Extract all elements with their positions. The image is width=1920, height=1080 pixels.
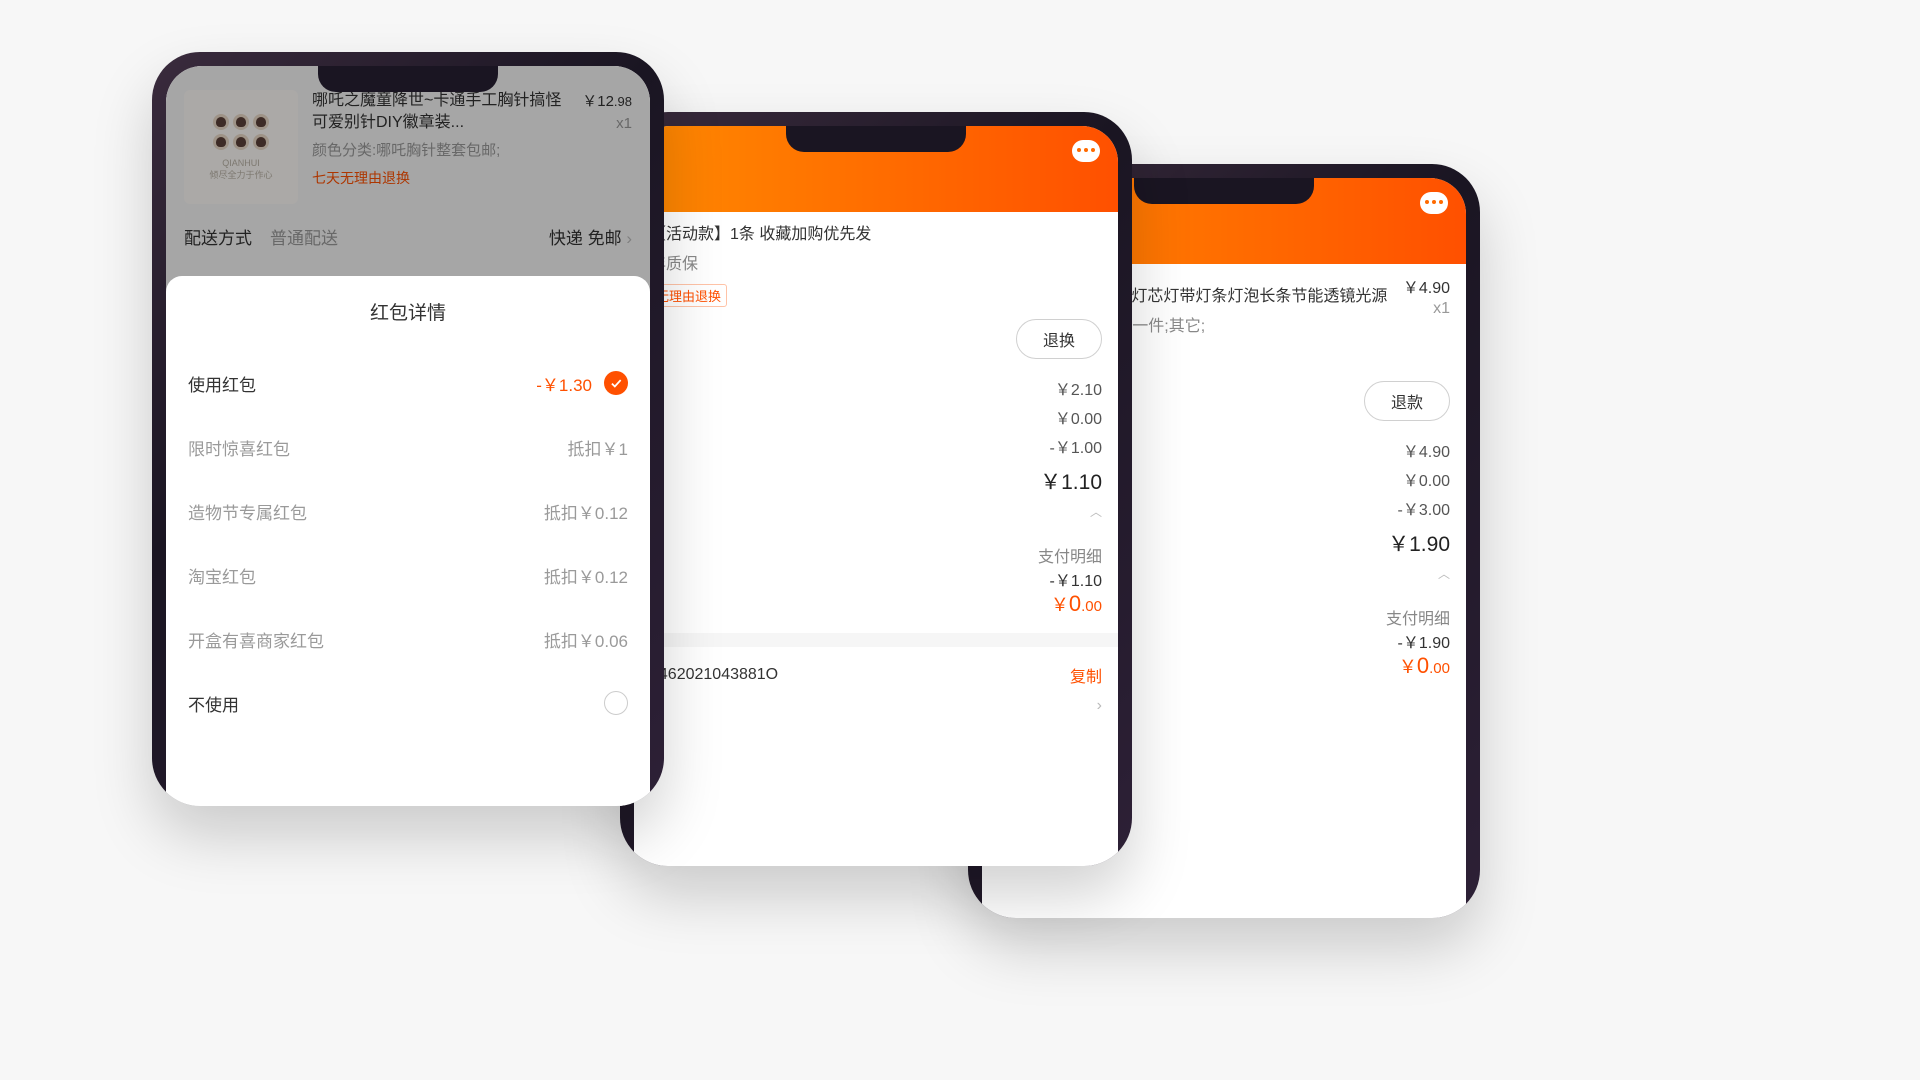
price-breakdown: ￥2.10 ￥0.00 -￥1.00 ￥1.10 ︿ — [650, 377, 1102, 523]
pay-detail-label: 支付明细 — [650, 543, 1102, 567]
radio-unchecked-icon — [604, 691, 628, 715]
product-title: 【活动款】1条 收藏加购优先发 — [650, 224, 1102, 246]
option-label: 造物节专属红包 — [188, 499, 307, 524]
chat-icon[interactable] — [1072, 140, 1100, 162]
option-label: 使用红包 — [188, 371, 256, 396]
chat-icon[interactable] — [1420, 192, 1448, 214]
price-line: ￥2.10 — [650, 377, 1102, 406]
redpacket-sheet: 红包详情 使用红包 -￥1.30 限时惊喜红包 抵扣￥1 造物节专属红包 抵扣￥… — [166, 276, 650, 806]
option-value: 抵扣￥0.12 — [544, 499, 628, 524]
option-value: 抵扣￥0.12 — [544, 563, 628, 588]
final-amount: ￥0.00 — [650, 591, 1102, 617]
sheet-title: 红包详情 — [188, 298, 628, 325]
chevron-up-icon[interactable]: ︿ — [650, 502, 1102, 524]
redpacket-option[interactable]: 淘宝红包 抵扣￥0.12 — [188, 543, 628, 607]
option-label: 限时惊喜红包 — [188, 435, 290, 460]
product-qty: x1 — [1403, 300, 1450, 318]
option-label: 淘宝红包 — [188, 563, 256, 588]
redpacket-option-use[interactable]: 使用红包 -￥1.30 — [188, 351, 628, 415]
option-value: 抵扣￥1 — [568, 435, 628, 460]
order-number: 0462021043881O — [650, 666, 778, 684]
chevron-right-icon[interactable]: › — [650, 697, 1102, 715]
product-price: ￥4.90 — [1403, 274, 1450, 298]
check-icon — [604, 371, 628, 395]
price-line: ￥0.00 — [650, 406, 1102, 435]
paid-amount: -￥1.10 — [650, 567, 1102, 591]
redpacket-option[interactable]: 限时惊喜红包 抵扣￥1 — [188, 415, 628, 479]
subtotal: ￥1.10 — [650, 464, 1102, 502]
option-label: 不使用 — [188, 691, 239, 716]
copy-button[interactable]: 复制 — [1070, 663, 1102, 687]
redpacket-option-none[interactable]: 不使用 — [188, 671, 628, 735]
redpacket-option[interactable]: 开盒有喜商家红包 抵扣￥0.06 — [188, 607, 628, 671]
option-label: 开盒有喜商家红包 — [188, 627, 324, 652]
refund-button[interactable]: 退款 — [1364, 381, 1450, 421]
option-value: 抵扣￥0.06 — [544, 627, 628, 652]
return-button[interactable]: 退换 — [1016, 319, 1102, 359]
product-sub: 年质保 — [650, 250, 1102, 274]
price-line: -￥1.00 — [650, 435, 1102, 464]
option-value: -￥1.30 — [536, 371, 592, 396]
redpacket-option[interactable]: 造物节专属红包 抵扣￥0.12 — [188, 479, 628, 543]
